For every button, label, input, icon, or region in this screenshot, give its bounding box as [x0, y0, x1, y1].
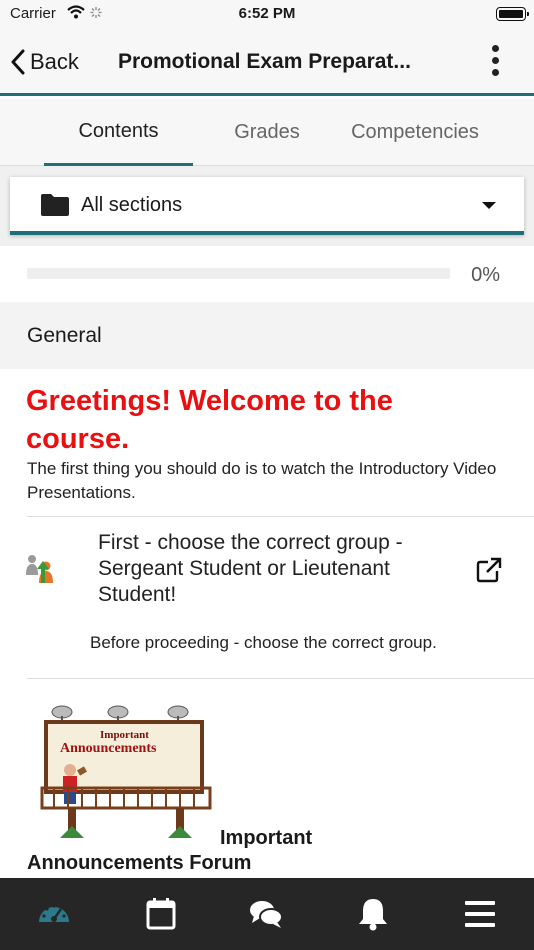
billboard-text-line-2: Announcements — [60, 741, 157, 756]
group-choice-description: Before proceeding - choose the correct g… — [90, 633, 437, 652]
section-selector-value: All sections — [81, 194, 183, 216]
section-selector-area: All sections — [0, 166, 534, 246]
back-button[interactable]: Back — [10, 46, 79, 78]
chevron-left-icon — [11, 49, 25, 75]
group-choice-link[interactable]: First - choose the correct group - Serge… — [98, 530, 418, 608]
divider — [27, 678, 534, 679]
menu-icon[interactable] — [462, 896, 498, 932]
more-options-button[interactable] — [486, 44, 506, 78]
tab-contents[interactable]: Contents — [44, 99, 193, 166]
external-link-icon[interactable] — [476, 557, 502, 583]
announcements-billboard-image[interactable]: Important Announcements — [40, 698, 216, 844]
status-bar: Carrier 6:52 PM — [0, 0, 534, 28]
more-dot — [492, 69, 499, 76]
bottom-tab-bar — [0, 878, 534, 950]
page-title: Promotional Exam Preparat... — [118, 50, 411, 73]
notifications-bell-icon[interactable] — [355, 896, 391, 932]
divider — [27, 516, 534, 517]
course-progress-bar — [27, 268, 450, 279]
tab-grades[interactable]: Grades — [193, 99, 341, 166]
intro-text: The first thing you should do is to watc… — [27, 459, 497, 502]
back-label: Back — [30, 49, 79, 74]
more-dot — [492, 57, 499, 64]
folder-icon — [41, 194, 69, 216]
course-tabs: Contents Grades Competencies — [0, 99, 534, 166]
section-title: General — [27, 324, 102, 347]
more-dot — [492, 45, 499, 52]
tab-competencies[interactable]: Competencies — [341, 99, 489, 166]
section-header: General — [0, 302, 534, 369]
messages-icon[interactable] — [248, 896, 284, 932]
billboard-text-line-1: Important — [100, 729, 149, 741]
section-selector[interactable]: All sections — [10, 177, 524, 235]
battery-icon — [496, 7, 529, 21]
dashboard-icon[interactable] — [36, 896, 72, 932]
group-choice-icon[interactable] — [25, 553, 59, 585]
navigation-bar: Back Promotional Exam Preparat... — [0, 28, 534, 96]
caret-down-icon — [482, 202, 496, 209]
greeting-heading: Greetings! Welcome to the course. — [26, 385, 393, 455]
progress-percentage: 0% — [471, 264, 500, 286]
clock: 6:52 PM — [238, 5, 296, 22]
announcements-forum-title-line-2[interactable]: Announcements Forum — [27, 852, 251, 875]
calendar-icon[interactable] — [143, 896, 179, 932]
announcements-forum-title-line-1[interactable]: Important — [220, 827, 312, 850]
